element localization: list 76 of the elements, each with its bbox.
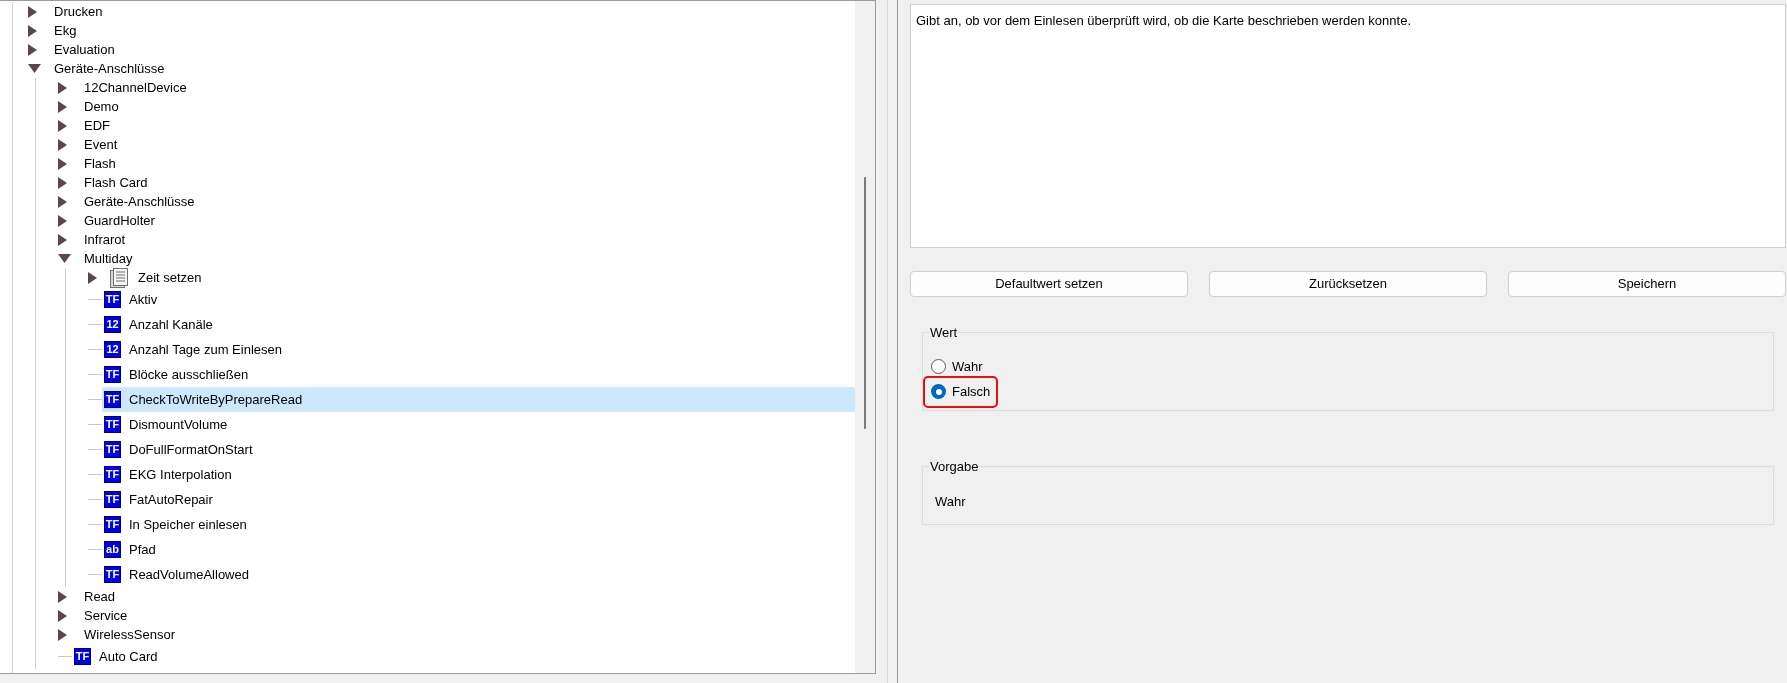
expand-arrow-icon[interactable] (58, 157, 67, 170)
tree-item[interactable]: 12 Anzahl Tage zum Einlesen (102, 337, 282, 362)
radio-option[interactable]: Wahr (931, 356, 983, 376)
radio-option[interactable]: Falsch (931, 382, 991, 402)
tree-item[interactable]: TF DismountVolume (102, 412, 228, 437)
expand-arrow-icon[interactable] (58, 590, 67, 603)
expand-arrow-icon[interactable] (58, 233, 67, 246)
expand-arrow-icon[interactable] (58, 81, 67, 94)
tree-item[interactable]: TF DoFullFormatOnStart (102, 437, 253, 462)
tree-item[interactable]: TF Auto Card (72, 644, 158, 669)
tree-item[interactable]: WirelessSensor (82, 625, 176, 644)
expand-arrow-icon[interactable] (28, 43, 37, 56)
tree-item[interactable]: Demo (82, 97, 119, 116)
tree-item[interactable]: TF CheckToWriteByPrepareRead (102, 387, 855, 412)
tree-item[interactable]: Infrarot (82, 230, 126, 249)
type-icon: TF (104, 366, 121, 383)
type-icon: TF (104, 391, 121, 408)
tree-item[interactable]: TF ReadVolumeAllowed (102, 562, 249, 587)
tree-item[interactable]: TF EKG Interpolation (102, 462, 232, 487)
tree-item[interactable]: Zeit setzen (136, 268, 202, 287)
tree-item[interactable]: Service (82, 606, 128, 625)
tree-item[interactable]: TF In Speicher einlesen (102, 512, 247, 537)
expand-arrow-icon[interactable] (58, 628, 67, 641)
tree-item[interactable]: Geräte-Anschlüsse (82, 192, 195, 211)
tree-item[interactable]: TF Blöcke ausschließen (102, 362, 249, 387)
tree-item[interactable]: Geräte-Anschlüsse (52, 59, 165, 78)
default-value: Wahr (935, 493, 967, 511)
description-text: Gibt an, ob vor dem Einlesen überprüft wird, ob die Karte beschrieben werden konnte. (916, 12, 1412, 30)
type-icon: TF (104, 566, 121, 583)
group-title: Vorgabe (929, 457, 980, 476)
tree-item[interactable]: Event (82, 135, 118, 154)
type-icon: 12 (104, 316, 121, 333)
tree-item[interactable]: TF FatAutoRepair (102, 487, 213, 512)
type-icon: TF (104, 291, 121, 308)
tree-item[interactable]: TF Aktiv (102, 287, 158, 312)
type-icon: TF (104, 491, 121, 508)
radio-button[interactable] (931, 358, 946, 374)
tree-item[interactable]: 12 Anzahl Kanäle (102, 312, 213, 337)
tree-item[interactable]: Evaluation (52, 40, 115, 59)
tree-item[interactable]: Ekg (52, 21, 77, 40)
tree-item[interactable]: Flash (82, 154, 116, 173)
document-icon (110, 267, 128, 288)
action-button[interactable]: Speichern (1508, 271, 1786, 297)
expand-arrow-icon[interactable] (28, 24, 37, 37)
tree-item[interactable]: 12ChannelDevice (82, 78, 187, 97)
collapse-arrow-icon[interactable] (58, 254, 71, 263)
expand-arrow-icon[interactable] (58, 119, 67, 132)
tree-item[interactable]: Read (82, 587, 116, 606)
expand-arrow-icon[interactable] (58, 195, 67, 208)
type-icon: TF (104, 416, 121, 433)
type-icon: TF (104, 516, 121, 533)
scrollbar-thumb[interactable] (864, 177, 866, 429)
type-icon: TF (74, 648, 91, 665)
tree-item[interactable]: GuardHolter (82, 211, 155, 230)
tree-item[interactable]: Flash Card (82, 173, 148, 192)
tree-item[interactable]: Drucken (52, 2, 103, 21)
scrollbar[interactable] (855, 1, 875, 673)
action-button[interactable]: Defaultwert setzen (910, 271, 1188, 297)
type-icon: TF (104, 441, 121, 458)
expand-arrow-icon[interactable] (58, 609, 67, 622)
expand-arrow-icon[interactable] (58, 176, 67, 189)
tree-item[interactable]: EDF (82, 116, 110, 135)
type-icon: 12 (104, 341, 121, 358)
expand-arrow-icon[interactable] (88, 271, 97, 284)
tree-item[interactable]: ab Pfad (102, 537, 156, 562)
expand-arrow-icon[interactable] (58, 100, 67, 113)
action-button[interactable]: Zurücksetzen (1209, 271, 1487, 297)
expand-arrow-icon[interactable] (28, 5, 37, 18)
collapse-arrow-icon[interactable] (28, 64, 41, 73)
tree-item[interactable]: Multiday (82, 249, 133, 268)
type-icon: TF (104, 466, 121, 483)
expand-arrow-icon[interactable] (58, 138, 67, 151)
expand-arrow-icon[interactable] (58, 214, 67, 227)
group-title: Wert (929, 324, 959, 342)
type-icon: ab (104, 541, 121, 558)
radio-button[interactable] (931, 384, 946, 400)
